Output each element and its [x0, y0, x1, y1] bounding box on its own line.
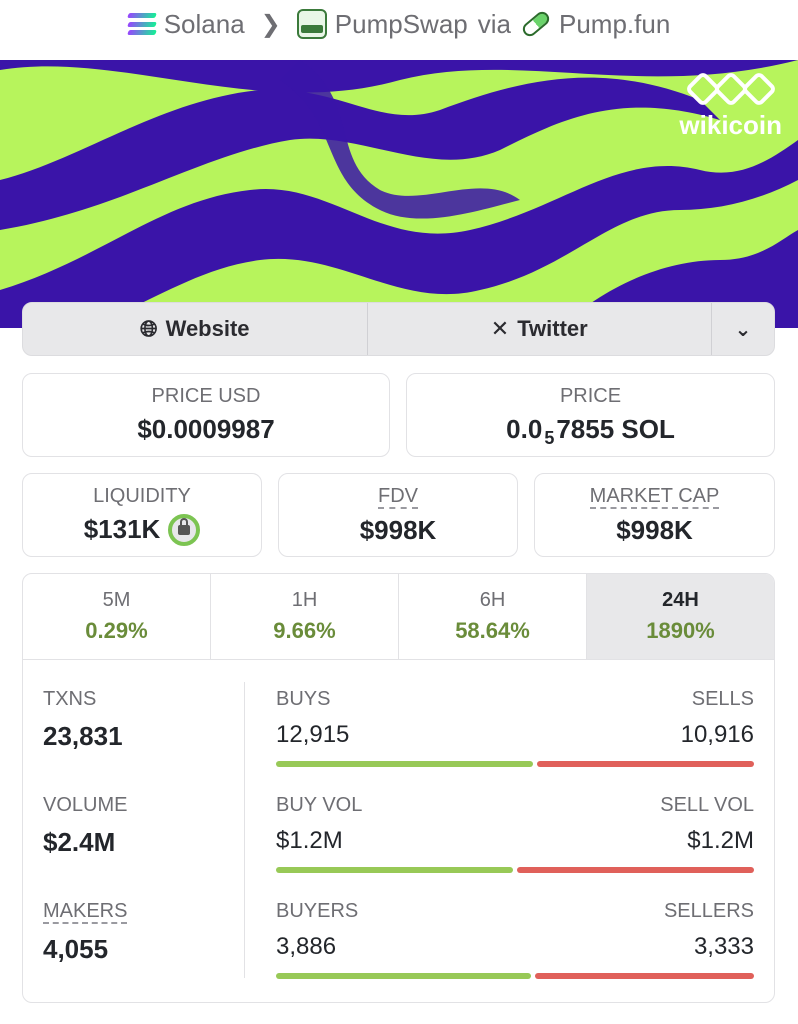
- makers-value: 4,055: [43, 934, 109, 964]
- period-tabs: 5M 0.29% 1H 9.66% 6H 58.64% 24H 1890%: [23, 574, 774, 660]
- price-native-prefix: 0.0: [506, 414, 543, 444]
- period-label: 6H: [479, 589, 506, 611]
- liquidity-card: LIQUIDITY $131K: [22, 473, 262, 557]
- breadcrumb: Solana ❯ PumpSwap via Pump.fun: [0, 0, 798, 48]
- buys-sells-ratio-bar: [276, 761, 754, 769]
- market-cap-value: $998K: [616, 514, 693, 545]
- tab-5m[interactable]: 5M 0.29%: [23, 574, 211, 659]
- makers-stat: MAKERS 4,055: [43, 900, 128, 965]
- chain-label: Solana: [163, 8, 245, 39]
- stats-panel: 5M 0.29% 1H 9.66% 6H 58.64% 24H 1890% TX…: [22, 573, 775, 1003]
- x-icon: ✕: [490, 316, 510, 341]
- fdv-value: $998K: [359, 514, 437, 545]
- stats-divider: [244, 682, 245, 978]
- volume-value: $2.4M: [43, 827, 116, 857]
- volume-label: VOLUME: [43, 794, 128, 816]
- makers-label[interactable]: MAKERS: [43, 900, 128, 924]
- breadcrumb-chain[interactable]: Solana: [126, 8, 245, 40]
- website-button[interactable]: 🌐︎ Website: [23, 303, 368, 355]
- buyers-ratio-bar: [276, 973, 754, 981]
- buyers-bar: [276, 973, 532, 979]
- globe-icon: 🌐︎: [139, 316, 158, 341]
- sell-vol-value: $1.2M: [687, 827, 754, 854]
- banner-art: [0, 60, 798, 328]
- volume-ratio-bar: [276, 867, 754, 875]
- trade-stats: TXNS 23,831 VOLUME $2.4M MAKERS 4,055 BU…: [23, 660, 774, 1002]
- sells-label: SELLS: [691, 688, 754, 710]
- sell-vol-label: SELL VOL: [660, 794, 754, 816]
- tab-6h[interactable]: 6H 58.64%: [399, 574, 587, 659]
- chevron-down-icon: ⌄: [734, 318, 752, 341]
- sells-value: 10,916: [680, 721, 754, 748]
- market-cap-card: MARKET CAP $998K: [534, 473, 775, 557]
- buy-vol-label: BUY VOL: [276, 794, 363, 816]
- buys-sells-stat: BUYS 12,915 SELLS 10,916: [276, 688, 754, 769]
- buy-vol-bar: [276, 867, 513, 873]
- price-native-value: 0.0 5 7855 SOL: [506, 414, 675, 448]
- period-change: 1890%: [646, 618, 715, 643]
- chevron-right-icon: ❯: [260, 10, 281, 38]
- twitter-label: Twitter: [517, 316, 588, 341]
- price-native-label: PRICE: [559, 385, 622, 407]
- more-links-button[interactable]: ⌄: [712, 303, 774, 355]
- sellers-bar: [535, 973, 754, 979]
- txns-stat: TXNS 23,831: [43, 688, 123, 752]
- sell-bar: [537, 761, 754, 767]
- logo-text: wikicoin: [679, 110, 782, 140]
- buyers-label: BUYERS: [276, 900, 359, 922]
- token-banner: wikicoin: [0, 60, 798, 328]
- lock-icon[interactable]: [168, 513, 201, 546]
- breadcrumb-launchpad[interactable]: Pump.fun: [520, 8, 671, 40]
- via-label: via: [477, 8, 511, 39]
- tab-1h[interactable]: 1H 9.66%: [211, 574, 399, 659]
- pill-icon: [520, 8, 552, 40]
- buy-vol-value: $1.2M: [276, 827, 343, 854]
- price-native-suffix: 7855 SOL: [556, 414, 675, 444]
- market-cap-label[interactable]: MARKET CAP: [589, 485, 720, 509]
- txns-value: 23,831: [43, 721, 123, 751]
- sellers-label: SELLERS: [663, 900, 754, 922]
- buys-value: 12,915: [276, 721, 350, 748]
- buys-label: BUYS: [276, 688, 331, 710]
- liquidity-value: $131K: [83, 514, 161, 544]
- twitter-button[interactable]: ✕ Twitter: [368, 303, 712, 355]
- links-bar: 🌐︎ Website ✕ Twitter ⌄: [22, 302, 775, 356]
- price-usd-value: $0.0009987: [137, 414, 275, 444]
- period-label: 5M: [102, 589, 131, 611]
- tab-24h[interactable]: 24H 1890%: [587, 574, 774, 659]
- price-usd-card: PRICE USD $0.0009987: [22, 373, 390, 457]
- price-usd-label: PRICE USD: [151, 385, 261, 407]
- sellers-value: 3,333: [693, 933, 754, 960]
- period-change: 0.29%: [85, 618, 148, 643]
- pumpswap-icon: [296, 9, 327, 39]
- buyers-sellers-stat: BUYERS 3,886 SELLERS 3,333: [276, 900, 754, 981]
- sell-vol-bar: [517, 867, 754, 873]
- txns-label: TXNS: [43, 688, 97, 710]
- price-native-card: PRICE 0.0 5 7855 SOL: [406, 373, 775, 457]
- website-label: Website: [165, 316, 250, 341]
- volume-split-stat: BUY VOL $1.2M SELL VOL $1.2M: [276, 794, 754, 875]
- wikicoin-logo: wikicoin: [679, 70, 782, 141]
- liquidity-label: LIQUIDITY: [93, 484, 191, 507]
- period-change: 9.66%: [273, 618, 336, 643]
- wikicoin-logo-icon: [684, 70, 778, 108]
- buy-bar: [276, 761, 534, 767]
- price-native-zeros: 5: [544, 428, 555, 448]
- volume-stat: VOLUME $2.4M: [43, 794, 127, 858]
- period-change: 58.64%: [455, 618, 530, 643]
- period-label: 24H: [662, 589, 699, 611]
- period-label: 1H: [291, 589, 318, 611]
- solana-icon: [126, 13, 157, 35]
- breadcrumb-dex[interactable]: PumpSwap: [296, 8, 468, 40]
- fdv-card: FDV $998K: [278, 473, 518, 557]
- buyers-value: 3,886: [276, 933, 337, 960]
- fdv-label[interactable]: FDV: [378, 485, 418, 509]
- dex-label: PumpSwap: [334, 8, 468, 39]
- launchpad-label: Pump.fun: [559, 8, 671, 39]
